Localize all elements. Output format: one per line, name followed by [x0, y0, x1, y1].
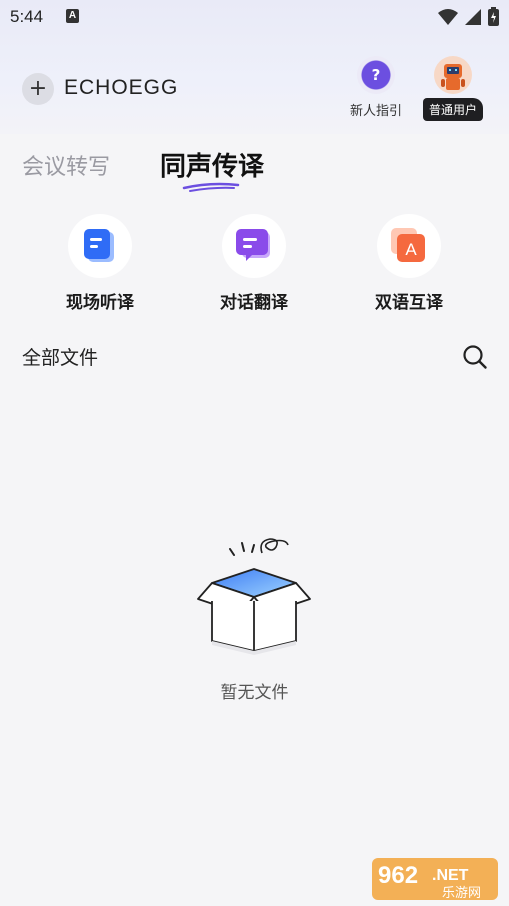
tab-simultaneous-interpretation[interactable]: 同声传译 — [160, 146, 264, 183]
active-tab-indicator — [182, 182, 240, 192]
letter-a-glyph: A — [405, 240, 417, 259]
status-icons — [438, 7, 499, 26]
watermark-number: 962 — [378, 862, 418, 889]
letter-a-icon: A — [391, 228, 425, 262]
feature-live-interpretation[interactable]: 现场听译 — [40, 214, 160, 313]
all-files-title: 全部文件 — [22, 347, 99, 369]
status-time: 5:44 — [10, 7, 44, 26]
chat-bubble-icon — [236, 229, 270, 261]
feature-label: 现场听译 — [66, 293, 134, 313]
feature-icon-circle — [222, 214, 286, 278]
empty-state-text: 暂无文件 — [220, 683, 289, 703]
avatar — [434, 56, 472, 94]
feature-bilingual-translation[interactable]: A 双语互译 — [349, 214, 469, 313]
feature-icon-circle: A — [377, 214, 441, 278]
guide-label: 新人指引 — [349, 104, 402, 119]
user-profile-button[interactable]: 普通用户 — [418, 56, 488, 121]
search-icon[interactable] — [462, 344, 488, 370]
tab-meeting-transcription[interactable]: 会议转写 — [22, 149, 110, 181]
add-button[interactable]: + — [22, 73, 54, 105]
empty-box-icon — [197, 538, 311, 655]
feature-label: 双语互译 — [375, 293, 443, 313]
battery-icon — [488, 7, 499, 26]
robot-avatar-icon — [441, 64, 465, 90]
feature-label: 对话翻译 — [220, 293, 288, 313]
newbie-guide-button[interactable]: ? 新人指引 — [346, 56, 406, 119]
watermark-site-name: 乐游网 — [442, 886, 481, 901]
wifi-icon — [438, 8, 458, 25]
feature-icon-circle — [68, 214, 132, 278]
document-icon — [84, 229, 114, 262]
question-mark-icon: ? — [357, 56, 395, 94]
signal-icon — [465, 8, 481, 25]
watermark-domain: .NET — [432, 867, 469, 884]
plus-icon: + — [28, 76, 48, 101]
site-watermark-logo: 962 .NET 乐游网 — [372, 858, 498, 901]
user-level-badge: 普通用户 — [422, 98, 483, 121]
notification-icon: A — [66, 9, 79, 23]
app-logo: ECHOEGG — [64, 76, 179, 99]
feature-dialogue-translation[interactable]: 对话翻译 — [194, 214, 314, 313]
